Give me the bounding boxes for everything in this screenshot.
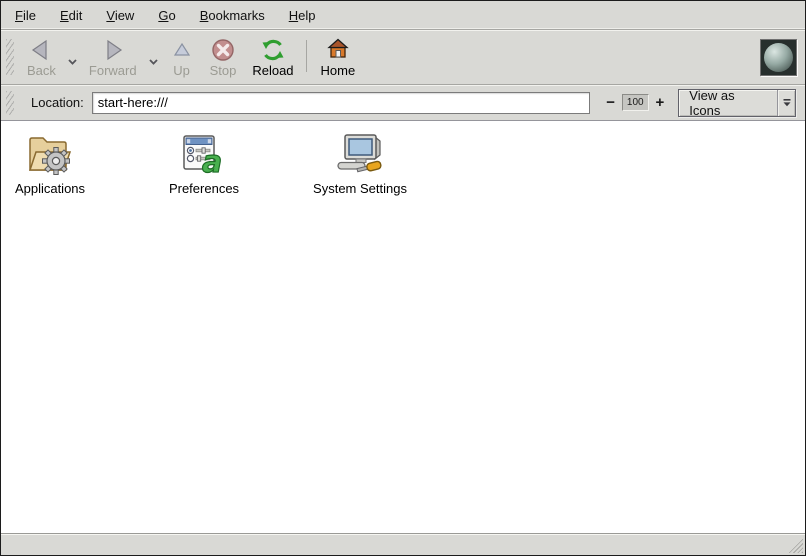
reload-label: Reload [252,63,293,78]
up-arrow-icon [170,36,194,63]
svg-text:a: a [202,145,222,178]
reload-icon [259,36,287,63]
forward-history-dropdown[interactable] [145,52,162,71]
stop-button[interactable]: Stop [202,32,245,82]
forward-button[interactable]: Forward [81,32,145,82]
menu-view[interactable]: View [94,3,146,28]
preferences-dialog-icon: a [180,128,228,178]
resize-grip[interactable] [788,538,803,553]
file-manager-window: File Edit View Go Bookmarks Help Back Fo… [0,0,806,556]
icon-preferences[interactable]: a Preferences [159,128,249,196]
view-mode-dropdown[interactable]: View as Icons [678,89,796,117]
reload-button[interactable]: Reload [244,32,301,82]
home-label: Home [321,63,356,78]
chevron-down-icon [148,54,159,69]
throbber-orb [764,43,793,72]
stop-label: Stop [210,63,237,78]
up-label: Up [173,63,190,78]
throbber-sphere-icon [760,39,797,76]
combo-down-arrow-icon [777,90,795,116]
toolbar-separator [306,40,307,72]
location-label: Location: [31,95,84,110]
back-history-dropdown[interactable] [64,52,81,71]
forward-label: Forward [89,63,137,78]
up-button[interactable]: Up [162,32,202,82]
icon-label: Preferences [169,181,239,196]
system-settings-monitor-icon [331,128,389,178]
home-button[interactable]: Home [313,32,364,82]
stop-icon [210,36,236,63]
toolbar-drag-handle[interactable] [6,39,14,75]
home-icon [325,36,351,63]
icon-label: System Settings [313,181,407,196]
icon-applications[interactable]: Applications [7,128,93,196]
icon-view: Applications a Prefe [1,121,805,533]
forward-arrow-icon [100,36,126,63]
menu-file[interactable]: File [3,3,48,28]
applications-folder-gear-icon [23,128,77,178]
back-arrow-icon [28,36,54,63]
icon-label: Applications [15,181,85,196]
status-bar [1,533,805,555]
zoom-out-button[interactable]: − [603,94,618,111]
menu-help[interactable]: Help [277,3,328,28]
zoom-level-indicator: 100 [622,94,649,111]
toolbar: Back Forward Up [1,30,805,85]
menu-go[interactable]: Go [146,3,187,28]
location-bar: Location: − 100 + View as Icons [1,85,805,121]
icon-system-settings[interactable]: System Settings [307,128,413,196]
zoom-in-button[interactable]: + [653,94,668,111]
view-mode-label: View as Icons [679,90,777,116]
chevron-down-icon [67,54,78,69]
location-input[interactable] [92,92,590,114]
menubar: File Edit View Go Bookmarks Help [1,1,805,30]
menu-edit[interactable]: Edit [48,3,94,28]
menu-bookmarks[interactable]: Bookmarks [188,3,277,28]
locationbar-drag-handle[interactable] [6,91,14,115]
back-label: Back [27,63,56,78]
back-button[interactable]: Back [19,32,64,82]
